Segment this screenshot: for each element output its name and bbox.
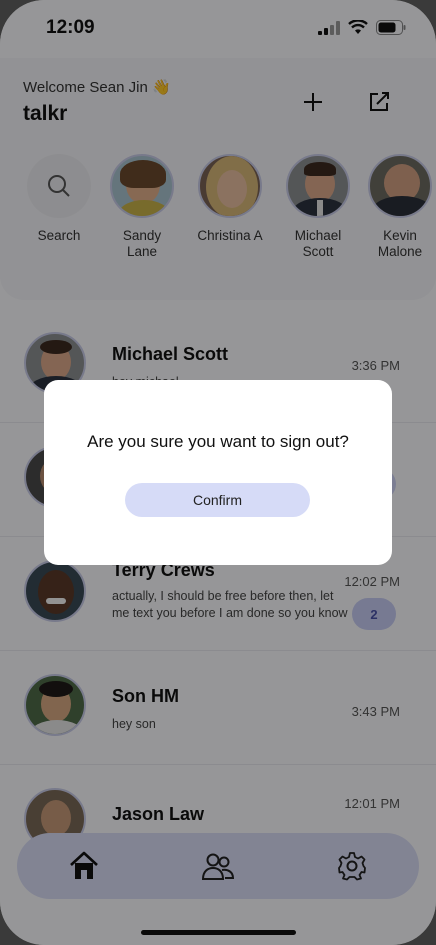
dialog-message: Are you sure you want to sign out? bbox=[87, 432, 349, 451]
phone-screen: 12:09 Welcome Sean Jin 👋 talkr Search Sa… bbox=[0, 0, 436, 945]
modal-overlay[interactable]: Are you sure you want to sign out? Confi… bbox=[0, 0, 436, 945]
confirm-button[interactable]: Confirm bbox=[125, 483, 310, 517]
sign-out-dialog: Are you sure you want to sign out? Confi… bbox=[44, 380, 392, 565]
